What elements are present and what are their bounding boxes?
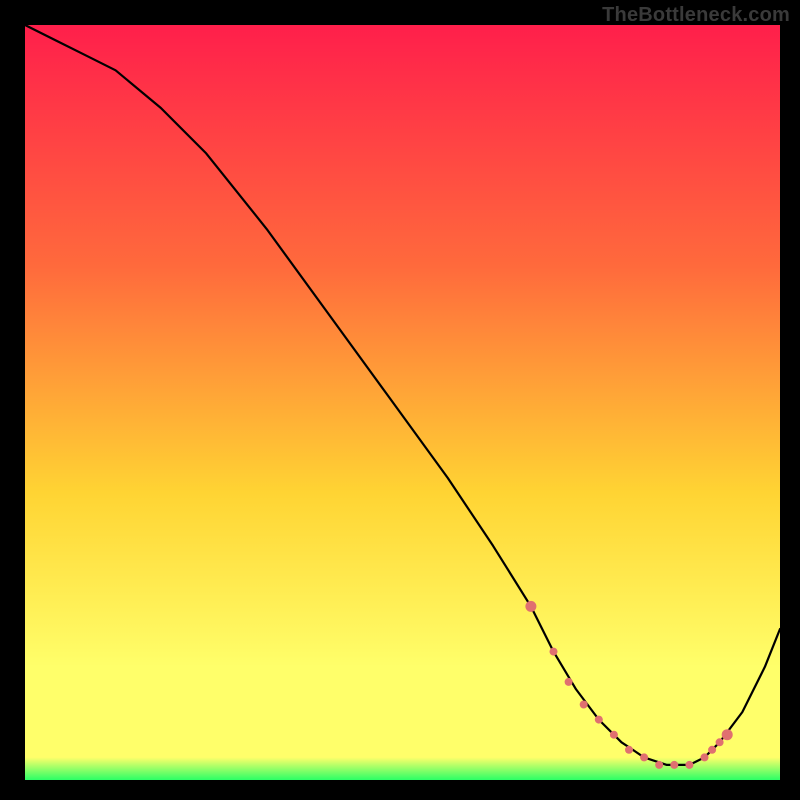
highlight-dot [716,738,724,746]
highlight-dot [701,753,709,761]
highlight-dot [708,746,716,754]
highlight-dot [670,761,678,769]
highlight-dot [550,648,558,656]
highlight-dot [565,678,573,686]
highlight-dot [655,761,663,769]
highlight-dot [610,731,618,739]
highlight-dot [640,753,648,761]
highlight-dot [580,701,588,709]
bottleneck-chart [0,0,800,800]
highlight-dot [685,761,693,769]
highlight-dot [525,601,536,612]
watermark-label: TheBottleneck.com [602,4,790,27]
highlight-dot [722,729,733,740]
highlight-dot [595,716,603,724]
highlight-dot [625,746,633,754]
plot-area [25,25,780,780]
chart-frame: { "watermark": "TheBottleneck.com", "col… [0,0,800,800]
